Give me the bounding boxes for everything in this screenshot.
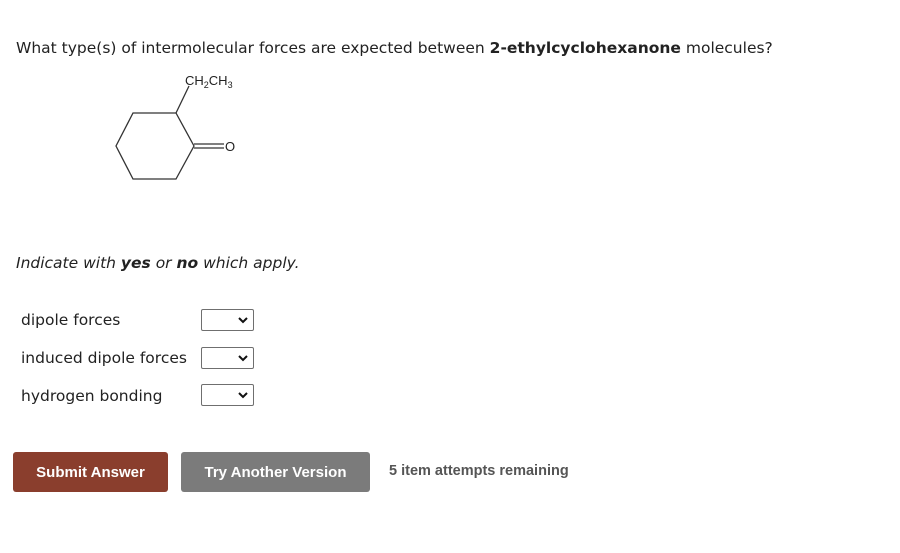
compound-name: 2-ethylcyclohexanone	[489, 39, 681, 57]
chevron-down-icon	[238, 317, 248, 324]
chevron-down-icon	[238, 392, 248, 399]
chevron-down-icon	[238, 355, 248, 362]
oxygen-label: O	[225, 139, 235, 154]
hydrogen-bonding-select[interactable]	[201, 384, 254, 406]
try-another-version-button[interactable]: Try Another Version	[181, 452, 370, 492]
cyclohexane-ring	[115, 112, 195, 180]
question-suffix: molecules?	[680, 39, 773, 57]
question-prefix: What type(s) of intermolecular forces ar…	[16, 39, 490, 57]
yes-word: yes	[120, 254, 151, 272]
molecule-structure: O CH2CH3	[115, 73, 235, 180]
dipole-forces-select[interactable]	[201, 309, 254, 331]
row-label-induced-dipole-forces: induced dipole forces	[21, 349, 187, 367]
induced-dipole-forces-select[interactable]	[201, 347, 254, 369]
submit-answer-button[interactable]: Submit Answer	[13, 452, 168, 492]
attempts-remaining-text: 5 item attempts remaining	[389, 463, 569, 479]
ethyl-label: CH2CH3	[185, 73, 233, 90]
ethyl-bond	[175, 85, 190, 114]
row-label-dipole-forces: dipole forces	[21, 311, 121, 329]
question-text: What type(s) of intermolecular forces ar…	[16, 39, 773, 57]
row-label-hydrogen-bonding: hydrogen bonding	[21, 387, 163, 405]
no-word: no	[176, 254, 199, 272]
instruction-text: Indicate with yes or no which apply.	[16, 254, 300, 272]
